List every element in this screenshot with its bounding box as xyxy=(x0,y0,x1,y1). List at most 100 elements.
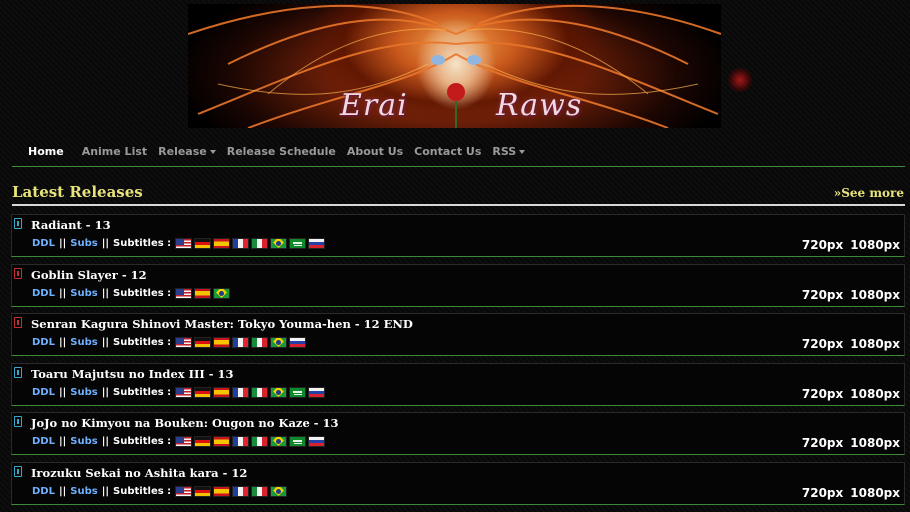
nav-item-label: Contact Us xyxy=(414,144,482,158)
res-720-link[interactable]: 720px xyxy=(802,387,843,401)
flag-it-icon[interactable] xyxy=(251,238,269,249)
res-720-link[interactable]: 720px xyxy=(802,238,843,252)
subs-link[interactable]: Subs xyxy=(70,288,97,299)
flag-br-icon[interactable] xyxy=(213,288,231,299)
flag-sa-icon[interactable] xyxy=(289,387,307,398)
flag-fr-icon[interactable] xyxy=(232,387,250,398)
flag-br-icon[interactable] xyxy=(270,436,288,447)
subtitle-flags xyxy=(175,436,327,447)
release-title[interactable]: JoJo no Kimyou na Bouken: Ougon no Kaze … xyxy=(31,416,339,430)
release-title[interactable]: Radiant - 13 xyxy=(31,218,111,232)
file-icon xyxy=(14,416,22,427)
ddl-link[interactable]: DDL xyxy=(32,288,55,299)
res-1080-link[interactable]: 1080px xyxy=(850,238,900,252)
flag-us-icon[interactable] xyxy=(175,486,193,497)
ddl-link[interactable]: DDL xyxy=(32,387,55,398)
flag-de-icon[interactable] xyxy=(194,337,212,348)
separator: || xyxy=(101,486,110,497)
separator: || xyxy=(58,337,67,348)
subs-link[interactable]: Subs xyxy=(70,486,97,497)
res-720-link[interactable]: 720px xyxy=(802,337,843,351)
res-1080-link[interactable]: 1080px xyxy=(850,486,900,500)
nav-item-release-schedule[interactable]: Release Schedule xyxy=(227,145,336,158)
resolution-links: 720px 1080px xyxy=(795,337,900,351)
flag-de-icon[interactable] xyxy=(194,387,212,398)
flag-us-icon[interactable] xyxy=(175,288,193,299)
subs-link[interactable]: Subs xyxy=(70,238,97,249)
release-title[interactable]: Goblin Slayer - 12 xyxy=(31,268,147,282)
flag-it-icon[interactable] xyxy=(251,436,269,447)
flag-sa-icon[interactable] xyxy=(289,238,307,249)
separator: || xyxy=(58,436,67,447)
flag-us-icon[interactable] xyxy=(175,387,193,398)
flag-ru-icon[interactable] xyxy=(308,387,326,398)
subtitles-label: Subtitles : xyxy=(113,337,172,348)
subs-link[interactable]: Subs xyxy=(70,387,97,398)
release-title[interactable]: Irozuku Sekai no Ashita kara - 12 xyxy=(31,466,247,480)
flag-br-icon[interactable] xyxy=(270,387,288,398)
flag-es-icon[interactable] xyxy=(213,238,231,249)
flag-us-icon[interactable] xyxy=(175,337,193,348)
release-links: DDL || Subs || Subtitles : xyxy=(32,238,327,249)
flag-it-icon[interactable] xyxy=(251,337,269,348)
caret-down-icon xyxy=(209,149,216,154)
flag-ru-icon[interactable] xyxy=(308,238,326,249)
release-title[interactable]: Senran Kagura Shinovi Master: Tokyo Youm… xyxy=(31,317,413,331)
ddl-link[interactable]: DDL xyxy=(32,337,55,348)
file-icon xyxy=(14,218,22,229)
flag-es-icon[interactable] xyxy=(213,436,231,447)
flag-fr-icon[interactable] xyxy=(232,486,250,497)
res-1080-link[interactable]: 1080px xyxy=(850,288,900,302)
res-720-link[interactable]: 720px xyxy=(802,288,843,302)
flag-es-icon[interactable] xyxy=(213,387,231,398)
res-1080-link[interactable]: 1080px xyxy=(850,337,900,351)
flag-fr-icon[interactable] xyxy=(232,337,250,348)
flag-us-icon[interactable] xyxy=(175,238,193,249)
subtitle-flags xyxy=(175,486,289,497)
release-row: Toaru Majutsu no Index III - 13 DDL || Subs… xyxy=(11,363,905,406)
flag-de-icon[interactable] xyxy=(194,238,212,249)
nav-item-rss[interactable]: RSS xyxy=(492,145,526,158)
flag-sa-icon[interactable] xyxy=(289,436,307,447)
ddl-link[interactable]: DDL xyxy=(32,486,55,497)
nav-item-anime-list[interactable]: Anime List xyxy=(82,145,147,158)
nav-item-about-us[interactable]: About Us xyxy=(347,145,403,158)
flag-ru-icon[interactable] xyxy=(289,337,307,348)
file-icon xyxy=(14,317,22,328)
see-more-link[interactable]: »See more xyxy=(834,186,904,200)
flag-fr-icon[interactable] xyxy=(232,238,250,249)
ddl-link[interactable]: DDL xyxy=(32,436,55,447)
subs-link[interactable]: Subs xyxy=(70,436,97,447)
nav-item-home[interactable]: Home xyxy=(28,145,64,158)
res-1080-link[interactable]: 1080px xyxy=(850,436,900,450)
flag-ru-icon[interactable] xyxy=(308,436,326,447)
banner-text-right: Raws xyxy=(496,88,583,123)
site-banner[interactable]: Erai Raws xyxy=(188,4,721,128)
flag-br-icon[interactable] xyxy=(270,337,288,348)
flag-es-icon[interactable] xyxy=(213,337,231,348)
res-1080-link[interactable]: 1080px xyxy=(850,387,900,401)
flag-br-icon[interactable] xyxy=(270,486,288,497)
flag-es-icon[interactable] xyxy=(194,288,212,299)
flag-br-icon[interactable] xyxy=(270,238,288,249)
res-720-link[interactable]: 720px xyxy=(802,486,843,500)
nav-divider xyxy=(12,166,905,167)
res-720-link[interactable]: 720px xyxy=(802,436,843,450)
resolution-links: 720px 1080px xyxy=(795,387,900,401)
resolution-links: 720px 1080px xyxy=(795,436,900,450)
flag-it-icon[interactable] xyxy=(251,486,269,497)
flag-us-icon[interactable] xyxy=(175,436,193,447)
flag-it-icon[interactable] xyxy=(251,387,269,398)
nav-item-label: Home xyxy=(28,144,64,158)
flag-de-icon[interactable] xyxy=(194,436,212,447)
banner-hair-art xyxy=(188,4,721,128)
release-title[interactable]: Toaru Majutsu no Index III - 13 xyxy=(31,367,234,381)
flag-es-icon[interactable] xyxy=(213,486,231,497)
nav-item-contact-us[interactable]: Contact Us xyxy=(414,145,481,158)
subs-link[interactable]: Subs xyxy=(70,337,97,348)
flag-de-icon[interactable] xyxy=(194,486,212,497)
nav-item-release[interactable]: Release xyxy=(158,145,216,158)
separator: || xyxy=(58,387,67,398)
ddl-link[interactable]: DDL xyxy=(32,238,55,249)
flag-fr-icon[interactable] xyxy=(232,436,250,447)
